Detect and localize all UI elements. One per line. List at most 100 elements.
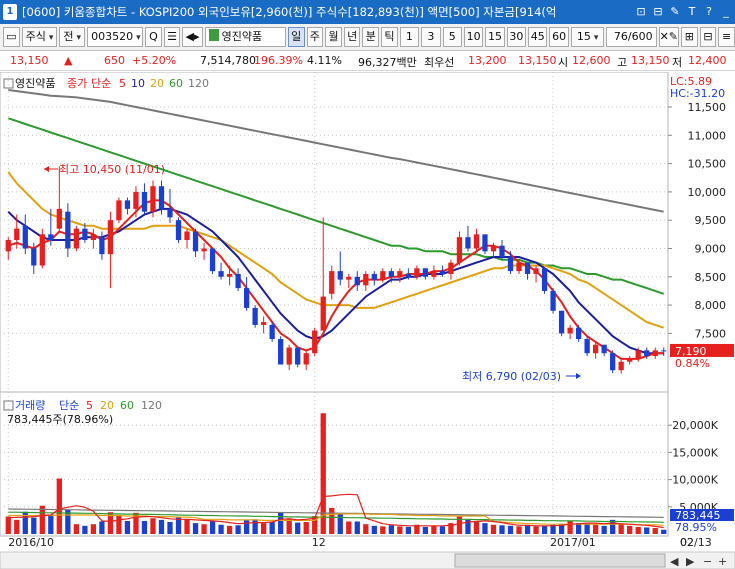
volume-legend-ma60: 60: [120, 399, 134, 412]
volume-bar: [516, 526, 522, 534]
minute-60-button[interactable]: 60: [549, 27, 569, 47]
candle-body: [124, 200, 131, 209]
candle-body: [73, 228, 79, 249]
time-tick-label: 2017/01: [550, 536, 596, 549]
volume-bar: [48, 514, 54, 534]
period-year-tab[interactable]: 년: [343, 27, 361, 47]
list-icon[interactable]: ☰: [163, 27, 181, 47]
candle-body: [550, 290, 556, 311]
volume-bar: [354, 521, 360, 534]
volume-bar: [405, 526, 411, 534]
period-month-tab[interactable]: 월: [325, 27, 342, 47]
time-tick-label: 02/13: [680, 536, 712, 549]
candle-body: [575, 327, 582, 340]
menu-icon[interactable]: ≡: [718, 27, 735, 47]
layout-icon[interactable]: ⊡: [634, 4, 648, 19]
edit-icon[interactable]: ✎: [668, 4, 682, 19]
candle-body: [593, 344, 599, 354]
search-icon[interactable]: Q: [145, 27, 162, 47]
volume-bar: [184, 519, 190, 534]
candle-body: [48, 234, 54, 240]
minute-1-button[interactable]: 1: [399, 27, 420, 47]
minute-15-button[interactable]: 15: [485, 27, 505, 47]
volume-tick-label: 15,000K: [672, 446, 718, 459]
save-icon[interactable]: ⊞: [681, 27, 698, 47]
stock-code-input[interactable]: 003520: [87, 27, 144, 47]
volume-bar: [261, 523, 267, 534]
stock-name-field[interactable]: 영진약품: [204, 27, 286, 47]
candle-body: [209, 248, 216, 272]
candle-body: [99, 237, 105, 255]
volume-bar: [635, 526, 641, 534]
scroll-left-icon[interactable]: ◀: [670, 555, 679, 568]
zoom-out-icon[interactable]: −: [703, 555, 712, 568]
minute-5-button[interactable]: 5: [442, 27, 462, 47]
volume-ratio: 196.39%: [254, 54, 303, 67]
period-week-tab[interactable]: 주: [306, 27, 324, 47]
candle-body: [507, 256, 514, 272]
help-icon[interactable]: ?: [702, 4, 716, 19]
candle-body: [380, 271, 386, 280]
split-icon[interactable]: ⊟: [651, 4, 665, 19]
minute-30-button[interactable]: 30: [506, 27, 527, 47]
volume-legend-simple: 단순: [59, 399, 79, 412]
scrollbar[interactable]: ◀ ▶ − +: [0, 551, 735, 569]
price-change: 650: [104, 54, 125, 67]
candle-body: [405, 273, 411, 277]
minute-45-button[interactable]: 45: [528, 27, 548, 47]
minute-3-button[interactable]: 3: [421, 27, 441, 47]
minimize-icon[interactable]: _: [719, 4, 733, 19]
prev-next-icon[interactable]: ◀▸: [182, 27, 203, 47]
candle-body: [320, 296, 326, 331]
range-select[interactable]: 전: [59, 27, 86, 47]
volume-bar: [56, 478, 62, 534]
candle-body: [541, 268, 548, 291]
window-title: [0600] 키움종합차트 - KOSPI200 외국인보유[2,960(천)]…: [22, 5, 557, 19]
volume-bar: [363, 524, 369, 534]
candle-body: [269, 324, 275, 340]
scrollbar-thumb[interactable]: [454, 553, 666, 568]
volume-bar: [278, 512, 284, 534]
stock-chart[interactable]: 7,500 8,000 8,500 9,000 9,500 10,000 10,500 11,…: [0, 72, 735, 569]
candle-body: [627, 358, 633, 362]
window-number[interactable]: 1: [3, 4, 17, 20]
zoom-in-icon[interactable]: +: [718, 555, 727, 568]
candle-body: [329, 271, 335, 294]
volume-bar: [31, 517, 37, 534]
page-count-field[interactable]: 76/600: [606, 27, 657, 47]
candle-body: [286, 347, 292, 365]
candle-body: [414, 268, 420, 277]
candle-body: [422, 268, 429, 277]
candle-body: [107, 220, 114, 255]
volume-bar: [652, 528, 658, 534]
candle-body: [439, 271, 446, 274]
period-minute-tab[interactable]: 분: [362, 27, 380, 47]
legend-ma60: 60: [169, 77, 183, 90]
volume-bar: [499, 525, 505, 534]
print-icon[interactable]: ⊟: [699, 27, 717, 47]
interval-select[interactable]: 15: [570, 27, 605, 47]
minute-10-button[interactable]: 10: [463, 27, 484, 47]
candle-body: [516, 262, 522, 272]
draw-tool-icon[interactable]: ✕✎: [658, 27, 680, 47]
period-day-tab[interactable]: 일: [287, 27, 305, 47]
volume-bar: [141, 520, 148, 534]
volume-bar: [150, 518, 156, 534]
volume-bar: [524, 525, 531, 534]
candle-body: [482, 234, 488, 252]
volume-bar: [167, 522, 173, 534]
text-icon[interactable]: T: [685, 4, 699, 19]
volume-bar: [226, 525, 233, 534]
legend-ma20: 20: [150, 77, 164, 90]
volume-bar: [533, 526, 539, 534]
high-annotation-text: 최고 10,450 (11/01): [59, 163, 165, 176]
scroll-right-icon[interactable]: ▶: [686, 555, 695, 568]
volume-bar: [218, 524, 224, 534]
candle-body: [431, 271, 437, 277]
period-tick-tab[interactable]: 틱: [381, 27, 398, 47]
candle-body: [201, 248, 207, 252]
toolbar: ▭ 주식 전 003520 Q ☰ ◀▸ 영진약품 일 주 월 년 분 틱 1 …: [0, 24, 735, 51]
market-type-select[interactable]: 주식: [21, 27, 58, 47]
chart-type-icon[interactable]: ▭: [3, 27, 20, 47]
volume-bar: [82, 525, 88, 534]
